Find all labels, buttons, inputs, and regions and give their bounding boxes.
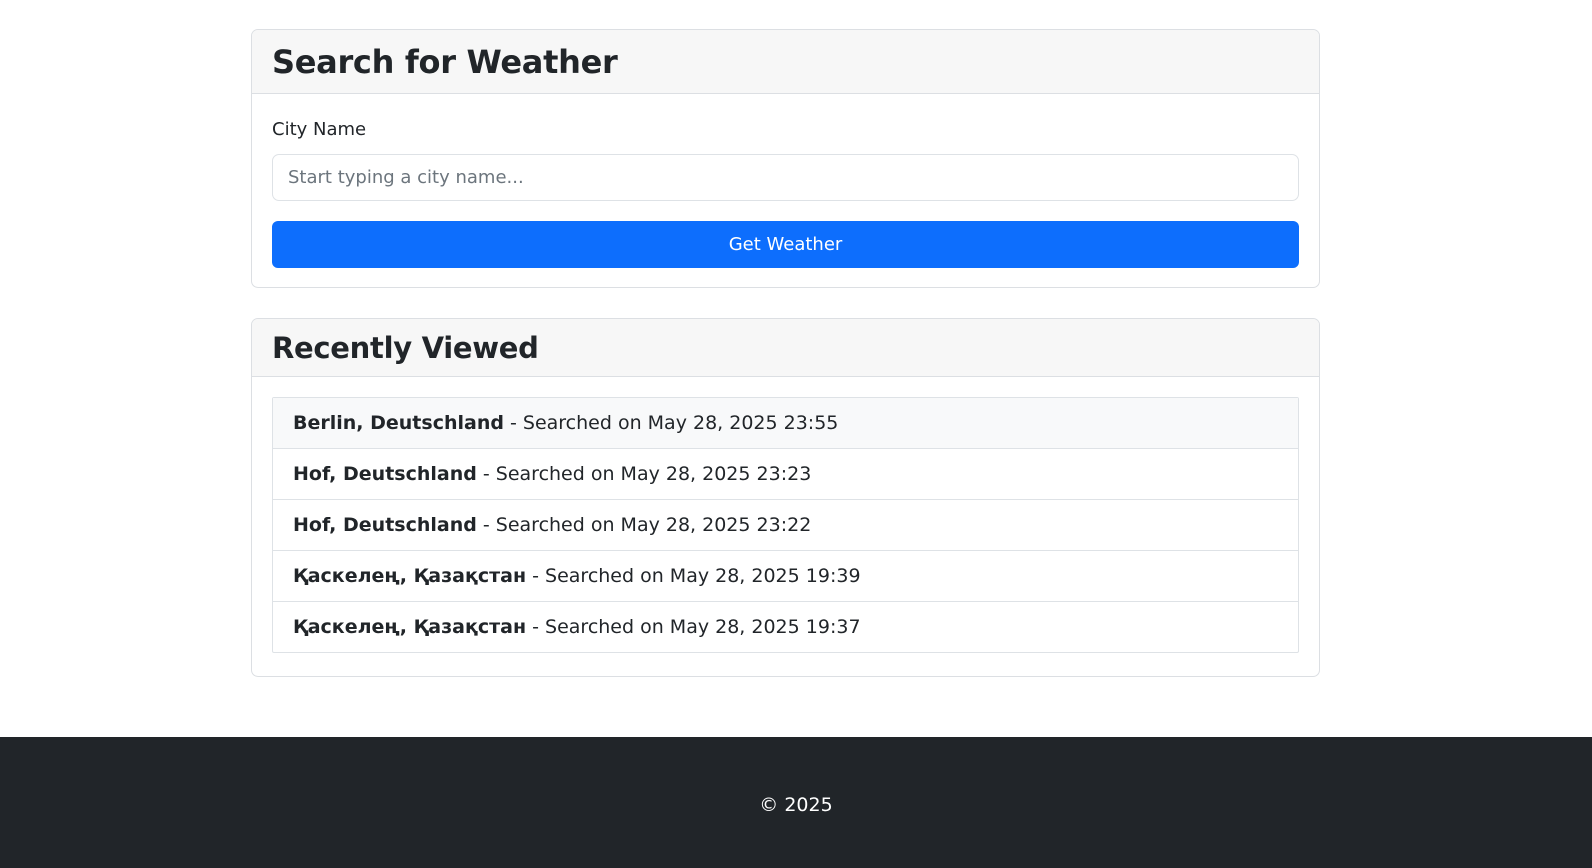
recent-search-item[interactable]: Berlin, Deutschland - Searched on May 28… [273,398,1298,448]
city-name-label: City Name [272,119,367,140]
recent-search-item[interactable]: Қаскелең, Қазақстан - Searched on May 28… [273,601,1298,652]
recent-searches-list: Berlin, Deutschland - Searched on May 28… [272,397,1299,653]
recent-search-item[interactable]: Hof, Deutschland - Searched on May 28, 2… [273,448,1298,499]
recent-search-item[interactable]: Қаскелең, Қазақстан - Searched on May 28… [273,550,1298,601]
recent-search-timestamp: Searched on May 28, 2025 23:55 [522,412,839,434]
recent-search-separator: - [476,514,496,536]
recent-search-separator: - [476,463,496,485]
get-weather-button[interactable]: Get Weather [272,221,1299,268]
recently-viewed-header: Recently Viewed [252,319,1319,377]
recent-search-city: Berlin, Deutschland [293,412,504,434]
recent-search-timestamp: Searched on May 28, 2025 23:23 [495,463,812,485]
recent-search-city: Қаскелең, Қазақстан [293,565,527,587]
recent-search-timestamp: Searched on May 28, 2025 19:39 [545,565,861,587]
recently-viewed-title: Recently Viewed [272,330,539,365]
recent-search-city: Hof, Deutschland [293,463,477,485]
copyright-text: © 2025 [759,793,833,816]
recent-search-separator: - [526,616,546,638]
recent-search-timestamp: Searched on May 28, 2025 23:22 [495,514,812,536]
search-card-header: Search for Weather [252,30,1319,94]
city-name-input[interactable] [272,154,1299,201]
recently-viewed-card: Recently Viewed Berlin, Deutschland - Se… [251,318,1320,677]
recent-search-timestamp: Searched on May 28, 2025 19:37 [545,616,861,638]
page-footer: © 2025 [0,737,1592,868]
recent-search-item[interactable]: Hof, Deutschland - Searched on May 28, 2… [273,499,1298,550]
recent-search-separator: - [503,412,523,434]
recent-search-separator: - [526,565,546,587]
recent-search-city: Қаскелең, Қазақстан [293,616,527,638]
search-title: Search for Weather [272,42,618,81]
search-card-body: City Name Get Weather [252,120,1319,268]
recent-search-city: Hof, Deutschland [293,514,477,536]
search-card: Search for Weather City Name Get Weather [251,29,1320,288]
